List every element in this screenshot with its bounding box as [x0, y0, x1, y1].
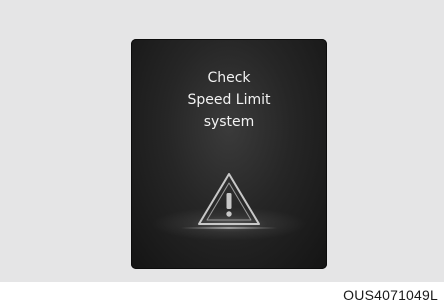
- warning-triangle-icon: [198, 173, 260, 225]
- message-line-2: Speed Limit: [187, 92, 271, 108]
- figure-background: Check Speed Limit system: [0, 0, 444, 282]
- figure-code: OUS4071049L: [343, 287, 438, 303]
- message-line-1: Check: [207, 70, 251, 86]
- message-line-3: system: [203, 114, 255, 130]
- cluster-display: Check Speed Limit system: [131, 39, 327, 269]
- warning-message: Check Speed Limit system: [131, 67, 327, 133]
